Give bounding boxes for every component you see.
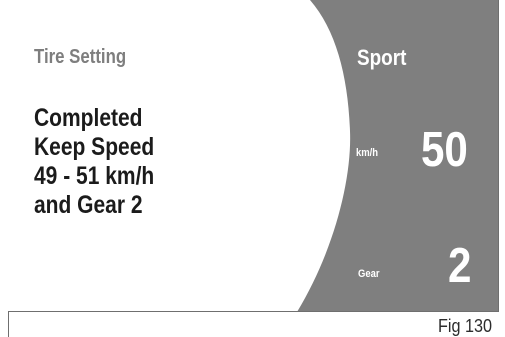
status-message-line-3: 49 - 51 km/h [34,162,155,190]
figure-label: Fig 130 [438,316,493,336]
status-message: Completed Keep Speed 49 - 51 km/h and Ge… [34,104,154,220]
display-frame-right [498,0,499,312]
page-title: Tire Setting [34,46,127,68]
status-message-line-4: and Gear 2 [34,191,143,219]
speed-unit: km/h [356,147,379,159]
status-message-line-2: Keep Speed [34,133,155,161]
status-message-line-1: Completed [34,104,143,132]
riding-mode: Sport [357,45,407,70]
speed-value: 50 [421,123,468,177]
gear-label: Gear [358,268,380,280]
instrument-display: Tire Setting Completed Keep Speed 49 - 5… [8,0,499,312]
gear-value: 2 [448,239,472,293]
display-frame-bottom [8,311,499,312]
